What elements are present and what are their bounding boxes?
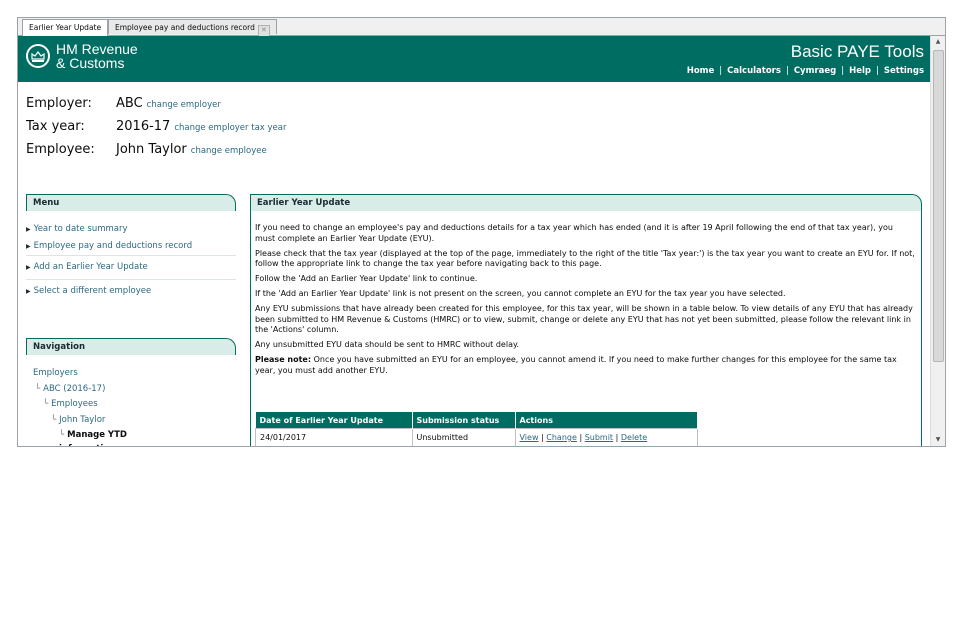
arrow-right-icon: ▶ bbox=[26, 264, 31, 271]
cell-date: 24/01/2017 bbox=[255, 428, 413, 446]
navigation-tree: Employers └ ABC (2016-17) └ Employees └ Joh… bbox=[33, 366, 159, 446]
cell-actions: View | Change | Submit | Delete bbox=[514, 428, 698, 446]
tab-label: Earlier Year Update bbox=[29, 23, 102, 32]
menu-item-select-employee[interactable]: ▶ Select a different employee bbox=[26, 280, 236, 300]
site-header: HM Revenue & Customs Basic PAYE Tools Ho… bbox=[18, 36, 930, 82]
app-title: Basic PAYE Tools bbox=[790, 42, 924, 61]
change-link[interactable]: Change bbox=[546, 433, 577, 442]
view-link[interactable]: View bbox=[520, 433, 539, 442]
tab-label: Employee pay and deductions record bbox=[115, 23, 255, 32]
change-tax-year-link[interactable]: change employer tax year bbox=[174, 123, 286, 133]
taxyear-row: Tax year: 2016-17 change employer tax year bbox=[26, 119, 287, 134]
menu-item-add-eyu[interactable]: ▶ Add an Earlier Year Update bbox=[26, 256, 236, 280]
nav-tree-employees[interactable]: └ Employees bbox=[33, 397, 159, 413]
crown-logo-icon bbox=[26, 44, 50, 68]
nav-tree-current: └Manage YTD information bbox=[59, 430, 127, 446]
nav-home-link[interactable]: Home bbox=[687, 66, 715, 76]
eyu-table: Date of Earlier Year Update Submission s… bbox=[255, 412, 698, 446]
scroll-down-icon[interactable]: ▼ bbox=[931, 434, 945, 446]
arrow-right-icon: ▶ bbox=[26, 288, 31, 295]
tree-branch-icon: └ bbox=[59, 430, 65, 440]
menu-item-ytd-summary[interactable]: ▶ Year to date summary bbox=[26, 221, 236, 238]
nav-calculators-link[interactable]: Calculators bbox=[727, 66, 781, 76]
nav-tree-employer[interactable]: └ ABC (2016-17) bbox=[33, 382, 159, 398]
column-header-date: Date of Earlier Year Update bbox=[255, 412, 413, 429]
delete-link[interactable]: Delete bbox=[621, 433, 647, 442]
main-content: If you need to change an employee's pay … bbox=[255, 223, 915, 381]
paragraph: Follow the 'Add an Earlier Year Update' … bbox=[255, 274, 478, 283]
vertical-scrollbar[interactable]: ▲ ▼ bbox=[930, 36, 945, 446]
column-header-actions: Actions bbox=[515, 412, 698, 429]
menu-panel-title: Menu bbox=[26, 194, 236, 211]
table-row: 24/01/2017 Unsubmitted View | Change | S… bbox=[255, 428, 698, 446]
submit-link[interactable]: Submit bbox=[585, 433, 613, 442]
cell-status: Unsubmitted bbox=[411, 428, 516, 446]
scrollbar-thumb[interactable] bbox=[933, 50, 944, 362]
paragraph: Any EYU submissions that have already be… bbox=[255, 304, 913, 334]
tree-branch-icon: └ bbox=[51, 414, 57, 425]
header-nav: Home | Calculators | Cymraeg | Help | Settings bbox=[686, 66, 924, 76]
column-header-status: Submission status bbox=[412, 412, 516, 429]
employer-row: Employer: ABC change employer bbox=[26, 96, 221, 111]
change-employee-link[interactable]: change employee bbox=[191, 146, 267, 156]
scroll-up-icon[interactable]: ▲ bbox=[931, 36, 945, 48]
note-paragraph: Please note: Once you have submitted an … bbox=[255, 355, 897, 375]
arrow-right-icon: ▶ bbox=[26, 243, 31, 250]
employee-row: Employee: John Taylor change employee bbox=[26, 142, 267, 157]
nav-cymraeg-link[interactable]: Cymraeg bbox=[794, 66, 836, 76]
nav-tree-employee[interactable]: └ John Taylor bbox=[33, 413, 159, 429]
tab-employee-pay-record[interactable]: Employee pay and deductions record ✕ bbox=[108, 19, 277, 37]
nav-tree-employers[interactable]: Employers bbox=[33, 366, 159, 382]
navigation-panel-title: Navigation bbox=[26, 338, 236, 355]
organisation-name: HM Revenue & Customs bbox=[56, 41, 138, 71]
arrow-right-icon: ▶ bbox=[26, 226, 31, 233]
tree-branch-icon: └ bbox=[35, 383, 41, 394]
table-header-row: Date of Earlier Year Update Submission s… bbox=[255, 412, 698, 429]
paragraph: If the 'Add an Earlier Year Update' link… bbox=[255, 289, 786, 298]
paragraph: Please check that the tax year (displaye… bbox=[255, 248, 915, 269]
main-panel-title: Earlier Year Update bbox=[250, 194, 922, 211]
browser-window: Earlier Year Update Employee pay and ded… bbox=[17, 17, 946, 447]
tree-branch-icon: └ bbox=[43, 399, 49, 409]
nav-settings-link[interactable]: Settings bbox=[884, 66, 924, 76]
tab-strip: Earlier Year Update Employee pay and ded… bbox=[18, 18, 945, 37]
paragraph: Any unsubmitted EYU data should be sent … bbox=[255, 340, 520, 349]
page-viewport: HM Revenue & Customs Basic PAYE Tools Ho… bbox=[18, 36, 930, 446]
tab-earlier-year-update[interactable]: Earlier Year Update bbox=[22, 19, 109, 36]
nav-help-link[interactable]: Help bbox=[849, 66, 871, 76]
paragraph: If you need to change an employee's pay … bbox=[255, 223, 893, 243]
context-info: Employer: ABC change employer Tax year: 201… bbox=[26, 93, 286, 162]
side-menu: ▶ Year to date summary ▶ Employee pay and … bbox=[26, 221, 236, 300]
change-employer-link[interactable]: change employer bbox=[147, 100, 221, 110]
menu-item-pay-deductions-record[interactable]: ▶ Employee pay and deductions record bbox=[26, 238, 236, 256]
